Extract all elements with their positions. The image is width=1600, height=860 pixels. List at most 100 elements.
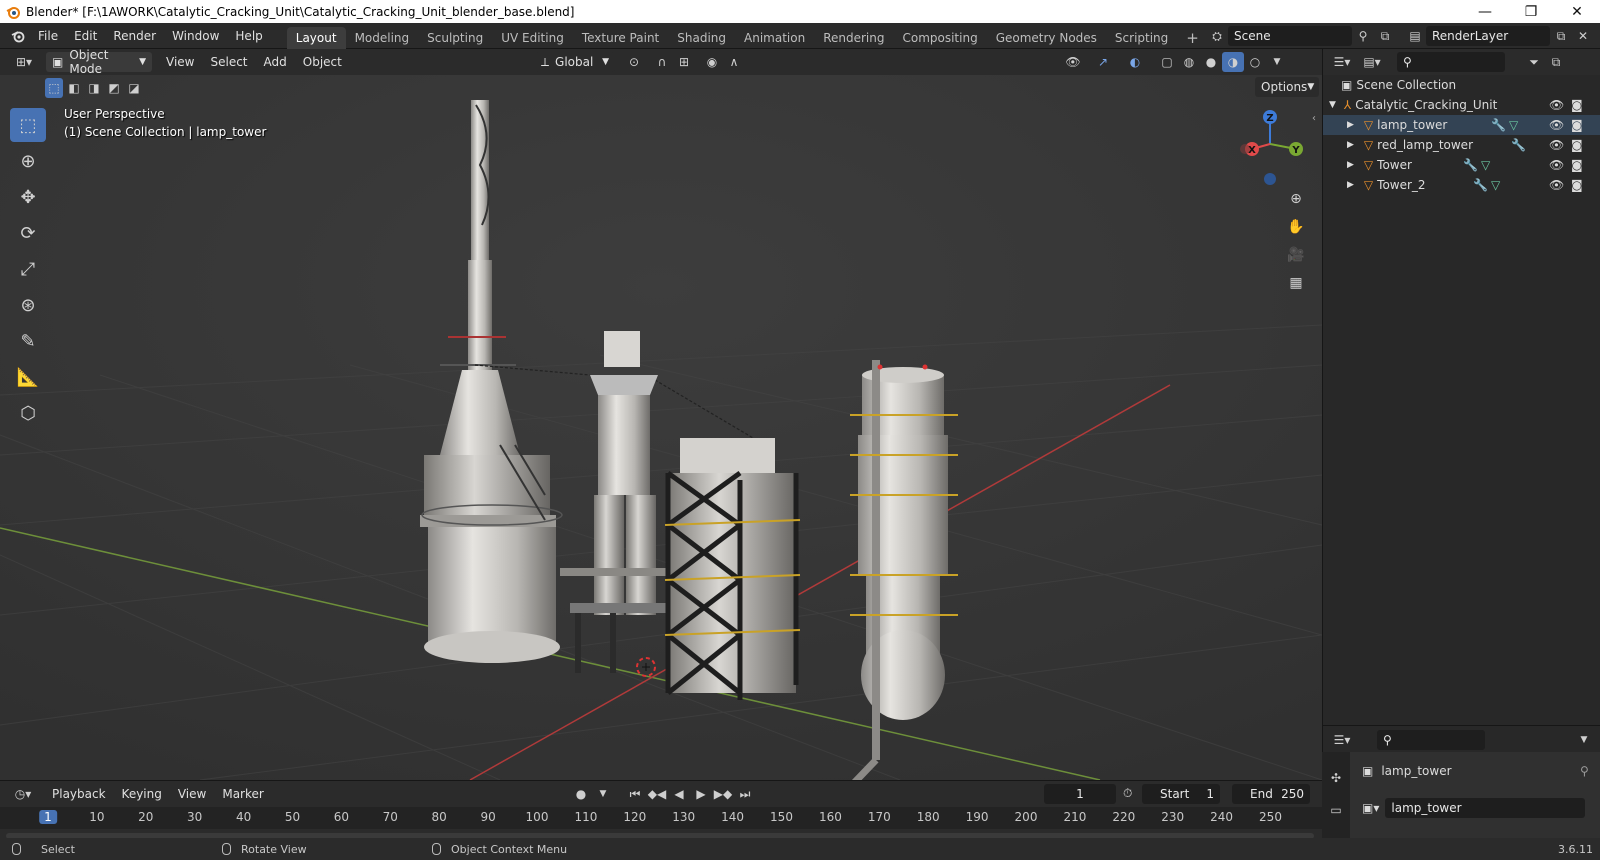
add-workspace-button[interactable]: + — [1177, 27, 1208, 49]
proportional-edit-icon[interactable]: ◉ — [701, 52, 723, 72]
eye-icon[interactable]: 👁 — [1549, 138, 1564, 152]
chevron-down-icon[interactable]: ▼ — [1266, 52, 1288, 72]
eye-icon[interactable]: 👁 — [1549, 158, 1564, 172]
expand-arrow-icon[interactable]: ▶ — [1347, 120, 1354, 130]
menu-render[interactable]: Render — [105, 23, 164, 49]
play-reverse-icon[interactable]: ◀ — [668, 784, 690, 804]
outliner-object-row[interactable]: ▶ ▽ Tower 🔧 ▽ 👁 ◙ — [1323, 155, 1600, 175]
properties-editor-type-icon[interactable]: ☰▾ — [1327, 730, 1357, 750]
ortho-toggle-icon[interactable]: ▦ — [1285, 273, 1307, 293]
outliner-object-row[interactable]: ▶ ▽ Tower_2 🔧 ▽ 👁 ◙ — [1323, 175, 1600, 195]
maximize-button[interactable]: ❐ — [1508, 0, 1554, 23]
jump-end-icon[interactable]: ⏭ — [734, 784, 756, 804]
camera-view-icon[interactable]: 🎥 — [1285, 245, 1307, 265]
navigation-gizmo[interactable]: Z Y X — [1235, 107, 1305, 187]
view-layer-field[interactable]: RenderLayer — [1426, 26, 1550, 46]
outliner-collection-row[interactable]: ▼ ⅄ Catalytic_Cracking_Unit 👁 ◙ — [1323, 95, 1600, 115]
3d-viewport[interactable]: ⬚ ◧ ◨ ◩ ◪ ⬚ ⊕ ✥ ⟳ ⤢ ⊛ ✎ 📐 ⬡ User Perspec… — [0, 75, 1322, 780]
tab-shading[interactable]: Shading — [668, 27, 735, 49]
select-subtract-icon[interactable]: ◨ — [85, 78, 103, 98]
object-data-icon[interactable]: ▣▾ — [1362, 801, 1379, 815]
rendered-shading-icon[interactable]: ○ — [1244, 52, 1266, 72]
pan-hand-icon[interactable]: ✋ — [1285, 217, 1307, 237]
tab-scripting[interactable]: Scripting — [1106, 27, 1177, 49]
menu-window[interactable]: Window — [164, 23, 227, 49]
menu-help[interactable]: Help — [227, 23, 270, 49]
add-cube-tool-icon[interactable]: ⬡ — [10, 396, 46, 430]
menu-select[interactable]: Select — [202, 49, 255, 75]
options-dropdown[interactable]: Options ▼ — [1255, 77, 1319, 97]
scene-field[interactable]: Scene — [1228, 26, 1352, 46]
tab-geometry-nodes[interactable]: Geometry Nodes — [987, 27, 1106, 49]
xray-icon[interactable]: ▢ — [1156, 52, 1178, 72]
select-extend-icon[interactable]: ◧ — [65, 78, 83, 98]
tab-uv-editing[interactable]: UV Editing — [492, 27, 573, 49]
select-box-tool-icon[interactable]: ⬚ — [10, 108, 46, 142]
orientation-dropdown[interactable]: ⟂ Global ▼ — [535, 52, 615, 72]
overlay-icon[interactable]: ◐ — [1124, 52, 1146, 72]
solid-shading-icon[interactable]: ● — [1200, 52, 1222, 72]
eye-icon[interactable]: 👁 — [1549, 118, 1564, 132]
record-icon[interactable]: ● — [570, 784, 592, 804]
tool-properties-icon[interactable]: ✣ — [1325, 768, 1347, 788]
menu-edit[interactable]: Edit — [66, 23, 105, 49]
camera-icon[interactable]: ◙ — [1571, 178, 1583, 192]
menu-timeline-view[interactable]: View — [170, 781, 214, 807]
end-frame-field[interactable]: End 250 — [1232, 784, 1310, 804]
expand-arrow-icon[interactable]: ▶ — [1347, 180, 1354, 190]
start-frame-field[interactable]: Start 1 — [1142, 784, 1220, 804]
object-name-field[interactable]: lamp_tower — [1385, 798, 1586, 818]
menu-playback[interactable]: Playback — [44, 781, 114, 807]
measure-tool-icon[interactable]: 📐 — [10, 360, 46, 394]
visibility-icon[interactable]: 👁 — [1062, 52, 1084, 72]
tab-compositing[interactable]: Compositing — [893, 27, 986, 49]
camera-icon[interactable]: ◙ — [1571, 158, 1583, 172]
pivot-icon[interactable]: ⊙ — [623, 52, 645, 72]
minimize-button[interactable]: — — [1462, 0, 1508, 23]
material-shading-icon[interactable]: ◑ — [1222, 52, 1244, 72]
render-properties-icon[interactable]: ▭ — [1325, 800, 1347, 820]
remove-view-layer-icon[interactable]: ✕ — [1572, 26, 1594, 46]
camera-icon[interactable]: ◙ — [1571, 118, 1583, 132]
zoom-icon[interactable]: ⊕ — [1285, 189, 1307, 209]
tab-animation[interactable]: Animation — [735, 27, 814, 49]
annotate-tool-icon[interactable]: ✎ — [10, 324, 46, 358]
display-mode-icon[interactable]: ▤▾ — [1357, 52, 1387, 72]
pin-scene-icon[interactable]: ⚲ — [1352, 26, 1374, 46]
viewport-scene[interactable] — [0, 75, 1322, 780]
scale-tool-icon[interactable]: ⤢ — [10, 252, 46, 286]
menu-file[interactable]: File — [30, 23, 66, 49]
outliner-scene-collection[interactable]: ▣ Scene Collection — [1323, 75, 1600, 95]
tab-sculpting[interactable]: Sculpting — [418, 27, 492, 49]
new-scene-icon[interactable]: ⧉ — [1374, 26, 1396, 46]
rotate-tool-icon[interactable]: ⟳ — [10, 216, 46, 250]
new-view-layer-icon[interactable]: ⧉ — [1550, 26, 1572, 46]
outliner-object-row[interactable]: ▶ ▽ red_lamp_tower 🔧 👁 ◙ — [1323, 135, 1600, 155]
expand-arrow-icon[interactable]: ▼ — [1329, 100, 1336, 110]
select-new-icon[interactable]: ⬚ — [45, 78, 63, 98]
filter-icon[interactable]: ⏷ — [1523, 52, 1545, 72]
outliner-object-row[interactable]: ▶ ▽ lamp_tower 🔧 ▽ 👁 ◙ — [1323, 115, 1600, 135]
cursor-tool-icon[interactable]: ⊕ — [10, 144, 46, 178]
menu-marker[interactable]: Marker — [214, 781, 271, 807]
transform-tool-icon[interactable]: ⊛ — [10, 288, 46, 322]
next-keyframe-icon[interactable]: ▶◆ — [712, 784, 734, 804]
tab-texture-paint[interactable]: Texture Paint — [573, 27, 668, 49]
tab-layout[interactable]: Layout — [286, 26, 346, 49]
camera-icon[interactable]: ◙ — [1571, 138, 1583, 152]
close-button[interactable]: ✕ — [1554, 0, 1600, 23]
move-tool-icon[interactable]: ✥ — [10, 180, 46, 214]
mode-dropdown[interactable]: ▣ Object Mode ▼ — [46, 48, 152, 76]
menu-keying[interactable]: Keying — [114, 781, 170, 807]
blender-menu-icon[interactable] — [6, 26, 30, 46]
select-intersect-icon[interactable]: ◪ — [125, 78, 143, 98]
snap-icon[interactable]: ∩ — [651, 52, 673, 72]
scene-icon[interactable]: ⛭ — [1206, 26, 1228, 46]
falloff-icon[interactable]: ∧ — [723, 52, 745, 72]
sidebar-toggle-icon[interactable]: ‹ — [1312, 113, 1316, 124]
current-frame-field[interactable]: 1 — [1044, 784, 1116, 804]
menu-add[interactable]: Add — [256, 49, 295, 75]
wireframe-shading-icon[interactable]: ◍ — [1178, 52, 1200, 72]
tab-modeling[interactable]: Modeling — [346, 27, 419, 49]
editor-type-icon[interactable]: ⊞▾ — [8, 52, 40, 72]
